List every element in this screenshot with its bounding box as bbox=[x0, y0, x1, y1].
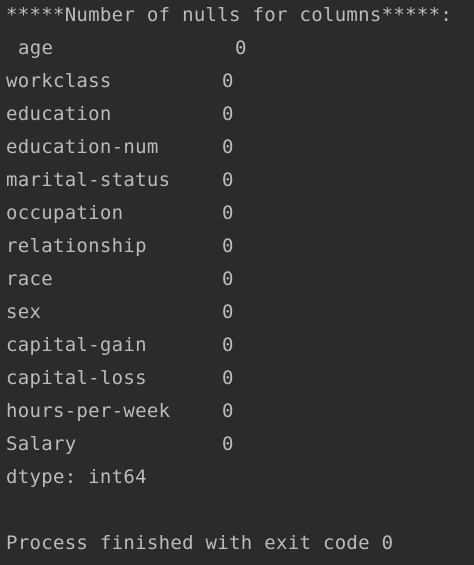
column-name: race bbox=[6, 268, 53, 290]
null-count: 0 bbox=[222, 400, 234, 422]
null-count-row-age: age 0 bbox=[6, 35, 466, 61]
null-count: 0 bbox=[222, 169, 234, 191]
null-count: 0 bbox=[222, 268, 234, 290]
console-output: *****Number of nulls for columns*****: a… bbox=[0, 0, 474, 565]
null-count-row-salary: Salary 0 bbox=[6, 431, 466, 457]
null-count-row-relationship: relationship 0 bbox=[6, 233, 466, 259]
null-count-row-sex: sex 0 bbox=[6, 299, 466, 325]
null-count-row-occupation: occupation 0 bbox=[6, 200, 466, 226]
column-name: marital-status bbox=[6, 169, 171, 191]
null-count-row-capital-gain: capital-gain 0 bbox=[6, 332, 466, 358]
null-count-row-education: education 0 bbox=[6, 101, 466, 127]
null-count: 0 bbox=[222, 136, 234, 158]
column-name: education bbox=[6, 103, 112, 125]
dtype-line: dtype: int64 bbox=[6, 466, 147, 488]
column-name: workclass bbox=[6, 70, 112, 92]
column-name: relationship bbox=[6, 235, 147, 257]
null-count-row-workclass: workclass 0 bbox=[6, 68, 466, 94]
column-name: capital-loss bbox=[6, 367, 147, 389]
null-count: 0 bbox=[235, 37, 247, 59]
null-count: 0 bbox=[222, 235, 234, 257]
null-count: 0 bbox=[222, 367, 234, 389]
null-count-row-education-num: education-num 0 bbox=[6, 134, 466, 160]
null-count: 0 bbox=[222, 334, 234, 356]
null-count-row-marital-status: marital-status 0 bbox=[6, 167, 466, 193]
column-name: occupation bbox=[6, 202, 124, 224]
column-name: sex bbox=[6, 301, 42, 323]
null-count: 0 bbox=[222, 103, 234, 125]
exit-message: Process finished with exit code 0 bbox=[6, 532, 394, 554]
column-name: Salary bbox=[6, 433, 77, 455]
null-count-row-race: race 0 bbox=[6, 266, 466, 292]
column-name: age bbox=[18, 37, 54, 59]
column-name: capital-gain bbox=[6, 334, 147, 356]
column-name: education-num bbox=[6, 136, 159, 158]
nulls-header: *****Number of nulls for columns*****: bbox=[6, 4, 453, 26]
null-count: 0 bbox=[222, 433, 234, 455]
null-count-row-capital-loss: capital-loss 0 bbox=[6, 365, 466, 391]
null-count: 0 bbox=[222, 202, 234, 224]
null-count: 0 bbox=[222, 70, 234, 92]
null-count: 0 bbox=[222, 301, 234, 323]
column-name: hours-per-week bbox=[6, 400, 171, 422]
null-count-row-hours-per-week: hours-per-week 0 bbox=[6, 398, 466, 424]
